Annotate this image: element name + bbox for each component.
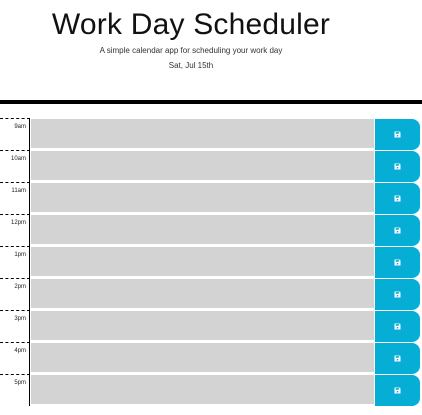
- save-button[interactable]: [375, 279, 420, 310]
- save-button[interactable]: [375, 119, 420, 150]
- save-icon: [394, 227, 401, 234]
- time-block-row: 4pm: [0, 342, 420, 374]
- event-description-input[interactable]: [31, 279, 374, 309]
- time-block-row: 10am: [0, 150, 420, 182]
- event-description-input[interactable]: [31, 215, 374, 245]
- time-block-row: 9am: [0, 118, 420, 150]
- save-icon: [394, 131, 401, 138]
- event-description-input[interactable]: [31, 247, 374, 277]
- hour-label: 4pm: [0, 342, 30, 374]
- time-block-row: 3pm: [0, 310, 420, 342]
- save-button[interactable]: [375, 343, 420, 374]
- event-description-input[interactable]: [31, 119, 374, 149]
- time-block-row: 11am: [0, 182, 420, 214]
- event-description-input[interactable]: [31, 151, 374, 181]
- save-button[interactable]: [375, 215, 420, 246]
- save-button[interactable]: [375, 151, 420, 182]
- save-icon: [394, 163, 401, 170]
- event-description-input[interactable]: [31, 375, 374, 405]
- event-description-input[interactable]: [31, 343, 374, 373]
- save-icon: [394, 355, 401, 362]
- page-subtitle: A simple calendar app for scheduling you…: [99, 46, 283, 55]
- time-block-row: 12pm: [0, 214, 420, 246]
- hour-label: 9am: [0, 118, 30, 150]
- save-button[interactable]: [375, 247, 420, 278]
- save-button[interactable]: [375, 183, 420, 214]
- save-icon: [394, 323, 401, 330]
- save-icon: [394, 259, 401, 266]
- page-title: Work Day Scheduler: [51, 8, 331, 41]
- time-block-list: 9am 10am 11am 12pm 1pm 2pm 3pm 4pm 5pm: [0, 118, 422, 406]
- event-description-input[interactable]: [31, 183, 374, 213]
- save-button[interactable]: [375, 375, 420, 406]
- hour-label: 1pm: [0, 246, 30, 278]
- header-divider: [0, 100, 422, 104]
- event-description-input[interactable]: [31, 311, 374, 341]
- time-block-row: 5pm: [0, 374, 420, 406]
- hour-label: 12pm: [0, 214, 30, 246]
- hour-label: 10am: [0, 150, 30, 182]
- time-block-row: 1pm: [0, 246, 420, 278]
- save-button[interactable]: [375, 311, 420, 342]
- time-block-row: 2pm: [0, 278, 420, 310]
- save-icon: [394, 291, 401, 298]
- page-header: Work Day Scheduler A simple calendar app…: [0, 0, 422, 104]
- hour-label: 11am: [0, 182, 30, 214]
- hour-label: 5pm: [0, 374, 30, 406]
- save-icon: [394, 195, 401, 202]
- hour-label: 3pm: [0, 310, 30, 342]
- current-day: Sat, Jul 15th: [168, 61, 214, 70]
- hour-label: 2pm: [0, 278, 30, 310]
- save-icon: [394, 387, 401, 394]
